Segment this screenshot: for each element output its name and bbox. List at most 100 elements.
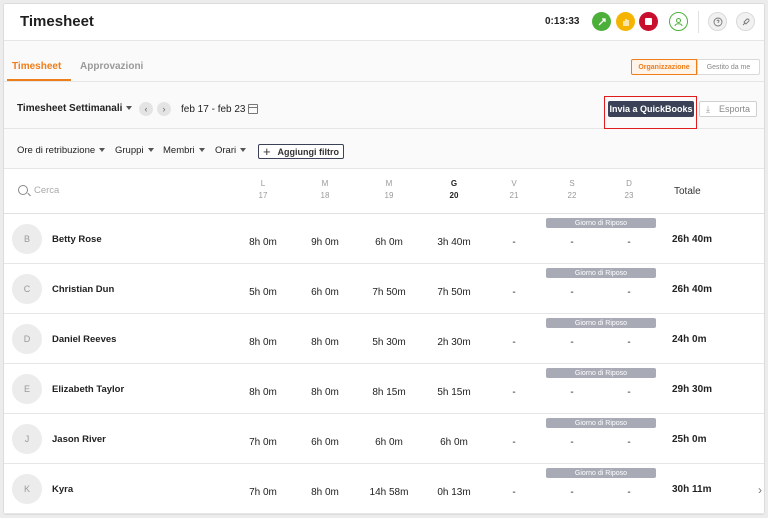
table-row[interactable]: C Christian Dun Giorno di Riposo 5h 0m 6h 0m…: [4, 264, 764, 314]
send-to-quickbooks-button[interactable]: Invia a QuickBooks: [608, 101, 694, 117]
hours-cell[interactable]: 6h 0m: [295, 287, 355, 298]
day-letter: M: [385, 179, 393, 188]
row-total: 30h 11m: [672, 484, 712, 495]
day-number: 18: [320, 191, 330, 200]
hours-cell[interactable]: 5h 15m: [424, 387, 484, 398]
stop-icon[interactable]: [639, 12, 658, 31]
hours-cell[interactable]: 6h 0m: [359, 437, 419, 448]
hours-cell[interactable]: -: [599, 387, 659, 398]
hours-cell[interactable]: 6h 0m: [424, 437, 484, 448]
hours-cell[interactable]: -: [542, 237, 602, 248]
download-icon: ⤓: [705, 103, 710, 114]
day-header: M 19: [364, 178, 414, 202]
hours-cell[interactable]: 8h 0m: [233, 237, 293, 248]
hours-cell[interactable]: 8h 0m: [295, 387, 355, 398]
hours-cell[interactable]: 7h 0m: [233, 437, 293, 448]
employee-name[interactable]: Kyra: [52, 484, 73, 495]
tab-approvals[interactable]: Approvazioni: [80, 61, 143, 72]
hours-cell[interactable]: 7h 0m: [233, 487, 293, 498]
hours-cell[interactable]: -: [484, 337, 544, 348]
table-row[interactable]: D Daniel Reeves Giorno di Riposo 8h 0m 8h 0m…: [4, 314, 764, 364]
date-range[interactable]: feb 17 - feb 23: [181, 104, 246, 115]
employee-name[interactable]: Betty Rose: [52, 234, 102, 245]
employee-name[interactable]: Elizabeth Taylor: [52, 384, 124, 395]
add-filter-label: Aggiungi filtro: [277, 146, 340, 157]
hours-cell[interactable]: -: [484, 287, 544, 298]
scope-managed-by-me-button[interactable]: Gestito da me: [697, 59, 760, 75]
day-header: L 17: [238, 178, 288, 202]
hours-cell[interactable]: 8h 0m: [233, 387, 293, 398]
day-number: 21: [509, 191, 519, 200]
hours-cell[interactable]: 9h 0m: [295, 237, 355, 248]
rocket-icon[interactable]: [736, 12, 755, 31]
hours-cell[interactable]: 2h 30m: [424, 337, 484, 348]
row-total: 29h 30m: [672, 384, 713, 395]
hours-cell[interactable]: -: [599, 287, 659, 298]
active-tab-indicator: [7, 79, 71, 81]
hours-cell[interactable]: 8h 0m: [295, 337, 355, 348]
search-input[interactable]: [34, 182, 124, 198]
table-row[interactable]: B Betty Rose Giorno di Riposo 8h 0m 9h 0m 6h …: [4, 214, 764, 264]
hours-cell[interactable]: -: [542, 487, 602, 498]
chevron-down-icon: [147, 148, 154, 153]
filter-groups[interactable]: Gruppi: [115, 145, 154, 156]
hours-cell[interactable]: 8h 0m: [295, 487, 355, 498]
period-dropdown[interactable]: Timesheet Settimanali: [17, 103, 133, 114]
prev-week-button[interactable]: ‹: [139, 102, 153, 116]
filter-members[interactable]: Membri: [163, 145, 205, 156]
day-letter: S: [569, 179, 575, 188]
user-icon[interactable]: [669, 12, 688, 31]
hours-cell[interactable]: 14h 58m: [359, 487, 419, 498]
hours-cell[interactable]: -: [484, 437, 544, 448]
avatar: K: [12, 474, 42, 504]
hours-cell[interactable]: -: [484, 237, 544, 248]
hours-cell[interactable]: 6h 0m: [359, 237, 419, 248]
hours-cell[interactable]: -: [599, 487, 659, 498]
hours-cell[interactable]: 5h 30m: [359, 337, 419, 348]
hours-cell[interactable]: 5h 0m: [233, 287, 293, 298]
hours-cell[interactable]: 3h 40m: [424, 237, 484, 248]
filters-bar: Ore di retribuzione Gruppi Membri Orari …: [4, 129, 764, 169]
filter-pay-hours[interactable]: Ore di retribuzione: [17, 145, 106, 156]
hours-cell[interactable]: 0h 13m: [424, 487, 484, 498]
scope-organization-button[interactable]: Organizzazione: [631, 59, 697, 75]
export-button[interactable]: ⤓ Esporta: [699, 101, 757, 117]
table-row[interactable]: E Elizabeth Taylor Giorno di Riposo 8h 0m 8h…: [4, 364, 764, 414]
hours-cell[interactable]: -: [484, 387, 544, 398]
employee-name[interactable]: Christian Dun: [52, 284, 114, 295]
hours-cell[interactable]: 7h 50m: [359, 287, 419, 298]
hours-cell[interactable]: -: [542, 287, 602, 298]
day-header: S 22: [547, 178, 597, 202]
next-week-button[interactable]: ›: [157, 102, 171, 116]
day-number: 23: [624, 191, 634, 200]
chevron-right-icon[interactable]: ›: [758, 483, 762, 497]
day-header: M 18: [300, 178, 350, 202]
help-icon[interactable]: [708, 12, 727, 31]
hours-cell[interactable]: -: [542, 437, 602, 448]
tab-timesheet[interactable]: Timesheet: [12, 61, 61, 72]
avatar: B: [12, 224, 42, 254]
chevron-down-icon: [198, 148, 205, 153]
table-row[interactable]: K Kyra Giorno di Riposo 7h 0m 8h 0m 14h 58m 0h…: [4, 464, 764, 514]
filter-schedules[interactable]: Orari: [215, 145, 247, 156]
calendar-icon[interactable]: [248, 104, 258, 114]
day-number: 22: [567, 191, 577, 200]
hours-cell[interactable]: 8h 15m: [359, 387, 419, 398]
employee-name[interactable]: Jason River: [52, 434, 106, 445]
hours-cell[interactable]: 8h 0m: [233, 337, 293, 348]
hours-cell[interactable]: 7h 50m: [424, 287, 484, 298]
switch-icon[interactable]: [592, 12, 611, 31]
hours-cell[interactable]: -: [599, 437, 659, 448]
rest-day-badge: Giorno di Riposo: [546, 218, 656, 228]
hours-cell[interactable]: -: [599, 237, 659, 248]
hand-icon[interactable]: [616, 12, 635, 31]
hours-cell[interactable]: -: [542, 387, 602, 398]
employee-name[interactable]: Daniel Reeves: [52, 334, 116, 345]
hours-cell[interactable]: -: [484, 487, 544, 498]
add-filter-button[interactable]: + Aggiungi filtro: [258, 144, 344, 159]
table-row[interactable]: J Jason River Giorno di Riposo 7h 0m 6h 0m 6h…: [4, 414, 764, 464]
hours-cell[interactable]: -: [542, 337, 602, 348]
day-header: G 20: [429, 178, 479, 202]
hours-cell[interactable]: -: [599, 337, 659, 348]
hours-cell[interactable]: 6h 0m: [295, 437, 355, 448]
